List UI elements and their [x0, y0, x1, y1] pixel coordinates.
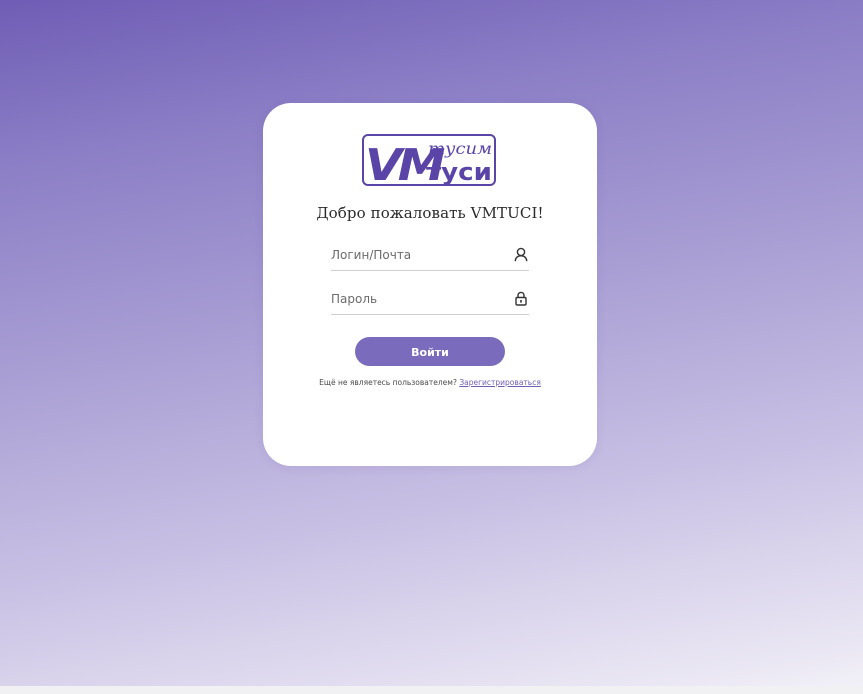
logo-tusi-text: туси — [426, 158, 492, 186]
login-card: VM тусим туси Добро пожаловать VMTUCI! В… — [263, 103, 597, 466]
register-link[interactable]: Зарегистрироваться — [459, 378, 541, 387]
login-field — [331, 242, 529, 271]
password-input[interactable] — [331, 289, 507, 309]
welcome-heading: Добро пожаловать VMTUCI! — [316, 204, 544, 222]
register-prompt-text: Ещё не являетесь пользователем? — [319, 378, 457, 387]
lock-icon — [515, 291, 527, 306]
logo-tusim-text: тусим — [428, 139, 492, 158]
login-button[interactable]: Войти — [355, 337, 505, 366]
login-input[interactable] — [331, 245, 507, 265]
vmtuci-logo: VM тусим туси — [362, 134, 496, 186]
user-icon — [514, 247, 528, 262]
password-field — [331, 286, 529, 315]
bottom-strip — [0, 686, 863, 694]
register-prompt: Ещё не являетесь пользователем? Зарегист… — [263, 378, 597, 387]
